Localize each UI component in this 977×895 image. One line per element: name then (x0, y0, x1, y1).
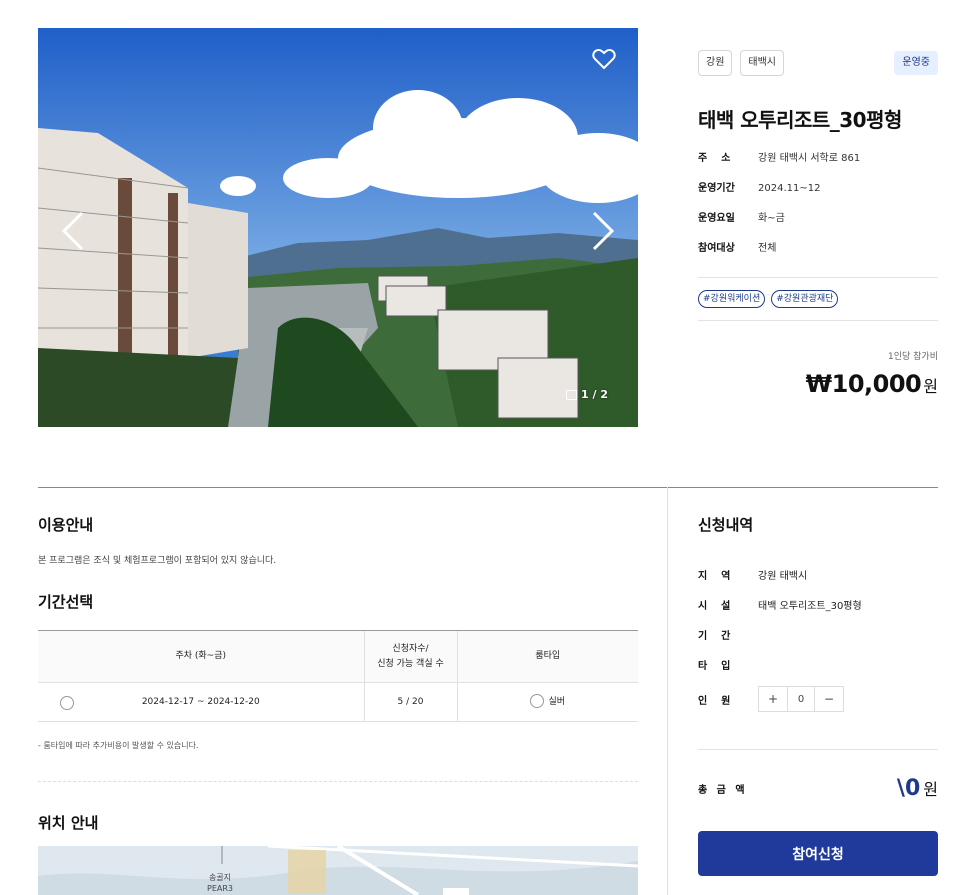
period-title: 기간선택 (38, 593, 94, 611)
roomtype-label: 실버 (548, 697, 566, 707)
roomtype-radio[interactable] (530, 693, 545, 708)
map-label: PEAR3 (207, 884, 233, 893)
hashtags: #강원워케이션 #강원관광재단 (698, 278, 938, 320)
next-arrow-icon[interactable] (590, 211, 616, 251)
image-counter: 1 / 2 (566, 388, 608, 401)
info-key: 운영요일 (698, 213, 735, 224)
people-count[interactable]: 0 (787, 687, 815, 711)
region-chip[interactable]: 강원 (698, 50, 733, 76)
location-title: 위치 안내 (38, 814, 99, 832)
per-person-label: 1인당 참가비 (888, 352, 938, 362)
detail-column: 이용안내 본 프로그램은 조식 및 체험프로그램이 포함되어 있지 않습니다. … (38, 487, 638, 833)
info-value: 강원 태백시 서학로 861 (758, 153, 861, 164)
col-week: 주차 (화~금) (38, 630, 364, 683)
col-roomtype: 룸타입 (456, 630, 638, 683)
table-row: 2024-12-17 ~ 2024-12-20 5 / 20 실버 (38, 682, 638, 722)
application-summary: 신청내역 지 역 강원 태백시 시 설 태백 오투리조트_30평형 기 간 타 입 … (698, 487, 938, 876)
info-row-address: 주 소 강원 태백시 서학로 861 (698, 153, 938, 165)
prev-arrow-icon[interactable] (60, 211, 86, 251)
counter-text: 1 / 2 (581, 388, 608, 401)
summary-value: 태백 오투리조트_30평형 (758, 600, 862, 612)
usage-desc: 본 프로그램은 조식 및 체험프로그램이 포함되어 있지 않습니다. (38, 556, 277, 566)
date-range: 2024-12-17 ~ 2024-12-20 (141, 697, 260, 707)
info-row-period: 운영기간 2024.11~12 (698, 183, 938, 195)
info-row-days: 운영요일 화~금 (698, 213, 938, 225)
total-label: 총 금 액 (698, 785, 748, 796)
image-icon (566, 389, 578, 400)
total-row: 총 금 액 \0 원 (698, 776, 938, 801)
summary-key: 기 간 (698, 630, 731, 642)
col-count: 신청자수/신청 가능 객실 수 (363, 630, 457, 683)
hero-image[interactable]: 1 / 2 (38, 28, 638, 427)
col-count-l2: 신청 가능 객실 수 (377, 658, 444, 669)
location-map[interactable]: 송골지 PEAR3 (38, 846, 638, 895)
page: 1 / 2 강원 태백시 운영중 태백 오투리조트_30평형 주 소 강원 태백시… (0, 0, 977, 895)
price: ₩10,000 원 (698, 370, 938, 398)
info-key: 주 소 (698, 153, 731, 164)
info-key: 참여대상 (698, 243, 735, 254)
map-label-ko: 송골지 (209, 873, 231, 882)
product-info: 강원 태백시 운영중 태백 오투리조트_30평형 주 소 강원 태백시 서학로 8… (698, 50, 938, 398)
people-stepper: + 0 − (758, 686, 844, 712)
map-graphic: 송골지 PEAR3 (38, 846, 638, 895)
info-value: 전체 (758, 243, 777, 254)
resort-photo (38, 28, 638, 427)
summary-row-people: 인 원 + 0 − (698, 679, 938, 719)
heart-icon[interactable] (592, 48, 616, 70)
summary-title: 신청내역 (698, 516, 754, 534)
roomtype-note: - 룸타입에 따라 추가비용이 발생할 수 있습니다. (38, 741, 199, 750)
summary-key: 타 입 (698, 660, 731, 672)
plus-button[interactable]: + (759, 687, 787, 711)
info-value: 화~금 (758, 213, 785, 224)
info-key: 운영기간 (698, 183, 735, 194)
hashtag[interactable]: #강원관광재단 (771, 290, 839, 308)
summary-row-region: 지 역 강원 태백시 (698, 559, 938, 589)
column-divider (667, 487, 668, 895)
roomtype-cell: 실버 (456, 682, 638, 722)
period-table: 주차 (화~금) 신청자수/신청 가능 객실 수 룸타입 2024-12-17 … (38, 630, 638, 722)
info-row-target: 참여대상 전체 (698, 243, 938, 255)
period-radio[interactable] (60, 696, 74, 710)
divider (698, 320, 938, 321)
summary-key: 시 설 (698, 600, 731, 612)
price-value: ₩10,000 (805, 370, 922, 398)
apply-button[interactable]: 참여신청 (698, 831, 938, 876)
dashed-divider (38, 781, 638, 782)
divider (698, 749, 938, 750)
summary-key: 지 역 (698, 570, 731, 582)
summary-row-type: 타 입 (698, 649, 938, 679)
col-count-l1: 신청자수/ (392, 643, 429, 654)
usage-title: 이용안내 (38, 516, 94, 534)
summary-row-facility: 시 설 태백 오투리조트_30평형 (698, 589, 938, 619)
week-cell: 2024-12-17 ~ 2024-12-20 (38, 682, 364, 722)
total-unit: 원 (923, 780, 938, 799)
city-chip[interactable]: 태백시 (740, 50, 785, 76)
product-title: 태백 오투리조트_30평형 (698, 108, 902, 132)
price-unit: 원 (923, 377, 938, 396)
total-value: \0 (896, 776, 921, 801)
summary-value: 강원 태백시 (758, 570, 808, 582)
summary-row-period: 기 간 (698, 619, 938, 649)
people-label: 인 원 (698, 695, 731, 707)
info-value: 2024.11~12 (758, 183, 821, 194)
count-cell: 5 / 20 (363, 682, 457, 722)
minus-button[interactable]: − (815, 687, 843, 711)
status-badge: 운영중 (894, 51, 938, 75)
region-tags: 강원 태백시 운영중 (698, 50, 938, 76)
hashtag[interactable]: #강원워케이션 (698, 290, 766, 308)
